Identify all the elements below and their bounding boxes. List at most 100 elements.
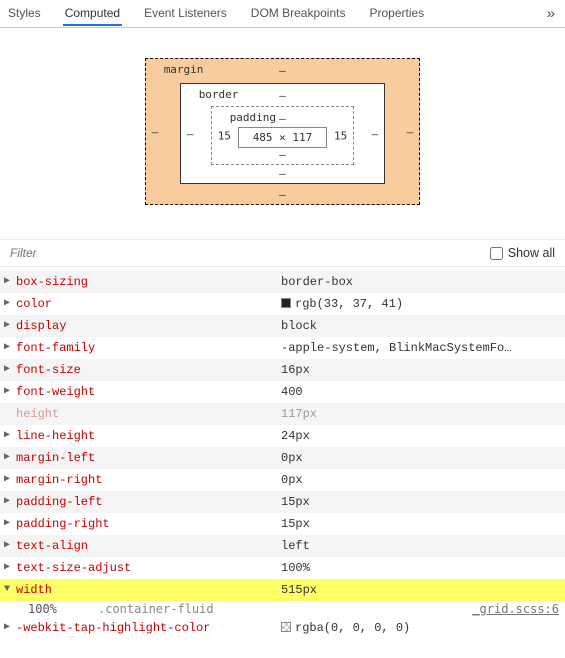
- padding-top[interactable]: –: [279, 112, 286, 125]
- expand-right-icon[interactable]: ▶: [4, 339, 16, 357]
- expand-right-icon[interactable]: ▶: [4, 295, 16, 313]
- expand-right-icon[interactable]: ▶: [4, 449, 16, 467]
- boxmodel-margin[interactable]: margin – – – – border – – – – padding – …: [145, 58, 421, 205]
- property-row[interactable]: ▶text-size-adjust100%: [0, 557, 565, 579]
- property-value: 16px: [281, 361, 310, 379]
- expand-right-icon[interactable]: ▶: [4, 361, 16, 379]
- property-name: text-align: [16, 537, 281, 555]
- margin-bottom[interactable]: –: [279, 188, 286, 201]
- border-top[interactable]: –: [279, 89, 286, 102]
- expand-right-icon[interactable]: ▶: [4, 383, 16, 401]
- property-value: 100%: [281, 559, 310, 577]
- filter-input[interactable]: [10, 244, 490, 262]
- tabs-overflow-icon[interactable]: »: [543, 5, 559, 22]
- show-all-label: Show all: [508, 246, 555, 260]
- property-name: width: [16, 581, 281, 599]
- property-name: margin-right: [16, 471, 281, 489]
- tab-dom-breakpoints[interactable]: DOM Breakpoints: [249, 1, 348, 26]
- cascade-selector: .container-fluid: [98, 602, 472, 616]
- tab-computed[interactable]: Computed: [63, 1, 122, 26]
- property-name: line-height: [16, 427, 281, 445]
- property-value: border-box: [281, 273, 353, 291]
- color-swatch-icon[interactable]: [281, 298, 291, 308]
- property-row[interactable]: ▶line-height24px: [0, 425, 565, 447]
- padding-bottom[interactable]: –: [279, 148, 286, 161]
- tab-event-listeners[interactable]: Event Listeners: [142, 1, 229, 26]
- expand-right-icon[interactable]: ▶: [4, 537, 16, 555]
- border-bottom[interactable]: –: [279, 167, 286, 180]
- expand-right-icon[interactable]: ▶: [4, 273, 16, 291]
- padding-label: padding: [230, 111, 276, 124]
- property-value: rgb(33, 37, 41): [281, 295, 403, 313]
- padding-left[interactable]: 15: [218, 129, 231, 142]
- margin-label: margin: [164, 63, 204, 76]
- property-value: 15px: [281, 515, 310, 533]
- margin-left[interactable]: –: [152, 125, 159, 138]
- property-name: display: [16, 317, 281, 335]
- property-name: -webkit-tap-highlight-color: [16, 619, 281, 637]
- property-row[interactable]: ▶font-weight400: [0, 381, 565, 403]
- property-value: block: [281, 317, 317, 335]
- property-row[interactable]: height117px: [0, 403, 565, 425]
- expand-right-icon[interactable]: ▶: [4, 317, 16, 335]
- margin-top[interactable]: –: [279, 64, 286, 77]
- property-value: -apple-system, BlinkMacSystemFo…: [281, 339, 511, 357]
- boxmodel-content[interactable]: 485 × 117: [238, 127, 328, 148]
- property-name: font-size: [16, 361, 281, 379]
- margin-right[interactable]: –: [407, 125, 414, 138]
- filter-bar: Show all: [0, 239, 565, 267]
- property-name: text-size-adjust: [16, 559, 281, 577]
- property-name: height: [16, 405, 281, 423]
- expand-right-icon[interactable]: ▶: [4, 559, 16, 577]
- tab-styles[interactable]: Styles: [6, 1, 43, 26]
- property-row[interactable]: ▶margin-right0px: [0, 469, 565, 491]
- expand-right-icon[interactable]: ▶: [4, 493, 16, 511]
- tab-properties[interactable]: Properties: [367, 1, 426, 26]
- border-left[interactable]: –: [187, 127, 194, 140]
- padding-right[interactable]: 15: [334, 129, 347, 142]
- property-value: 515px: [281, 581, 317, 599]
- property-value: 117px: [281, 405, 317, 423]
- cascade-source-link[interactable]: _grid.scss:6: [472, 602, 559, 616]
- property-row[interactable]: ▶-webkit-tap-highlight-colorrgba(0, 0, 0…: [0, 617, 565, 639]
- property-row[interactable]: ▶displayblock: [0, 315, 565, 337]
- expand-down-icon[interactable]: ▼: [4, 581, 16, 599]
- devtools-tabs: Styles Computed Event Listeners DOM Brea…: [0, 0, 565, 28]
- border-right[interactable]: –: [372, 127, 379, 140]
- property-value: left: [281, 537, 310, 555]
- boxmodel-border[interactable]: border – – – – padding – 15 – 15 485 × 1…: [180, 83, 386, 184]
- property-row[interactable]: ▼width515px: [0, 579, 565, 601]
- property-name: font-family: [16, 339, 281, 357]
- color-swatch-icon[interactable]: [281, 622, 291, 632]
- property-name: font-weight: [16, 383, 281, 401]
- property-row[interactable]: ▶padding-right15px: [0, 513, 565, 535]
- expand-right-icon[interactable]: ▶: [4, 427, 16, 445]
- property-row[interactable]: ▶font-family-apple-system, BlinkMacSyste…: [0, 337, 565, 359]
- expand-right-icon[interactable]: ▶: [4, 471, 16, 489]
- show-all-checkbox[interactable]: [490, 247, 503, 260]
- cascade-row[interactable]: 100%.container-fluid_grid.scss:6: [0, 601, 565, 617]
- cascade-value: 100%: [28, 602, 98, 616]
- property-row[interactable]: ▶text-alignleft: [0, 535, 565, 557]
- boxmodel-viewer: margin – – – – border – – – – padding – …: [0, 28, 565, 233]
- property-value: 24px: [281, 427, 310, 445]
- property-name: padding-left: [16, 493, 281, 511]
- property-row[interactable]: ▶margin-left0px: [0, 447, 565, 469]
- property-name: color: [16, 295, 281, 313]
- property-value: 400: [281, 383, 303, 401]
- property-value: 0px: [281, 449, 303, 467]
- property-row[interactable]: ▶colorrgb(33, 37, 41): [0, 293, 565, 315]
- property-row[interactable]: ▶box-sizingborder-box: [0, 271, 565, 293]
- property-value: 0px: [281, 471, 303, 489]
- border-label: border: [199, 88, 239, 101]
- show-all-toggle[interactable]: Show all: [490, 246, 555, 260]
- property-row[interactable]: ▶font-size16px: [0, 359, 565, 381]
- boxmodel-padding[interactable]: padding – 15 – 15 485 × 117: [211, 106, 355, 165]
- computed-properties: ▶box-sizingborder-box▶colorrgb(33, 37, 4…: [0, 271, 565, 639]
- property-value: rgba(0, 0, 0, 0): [281, 619, 410, 637]
- property-row[interactable]: ▶padding-left15px: [0, 491, 565, 513]
- expand-right-icon[interactable]: ▶: [4, 515, 16, 533]
- property-name: padding-right: [16, 515, 281, 533]
- expand-right-icon[interactable]: ▶: [4, 619, 16, 637]
- property-value: 15px: [281, 493, 310, 511]
